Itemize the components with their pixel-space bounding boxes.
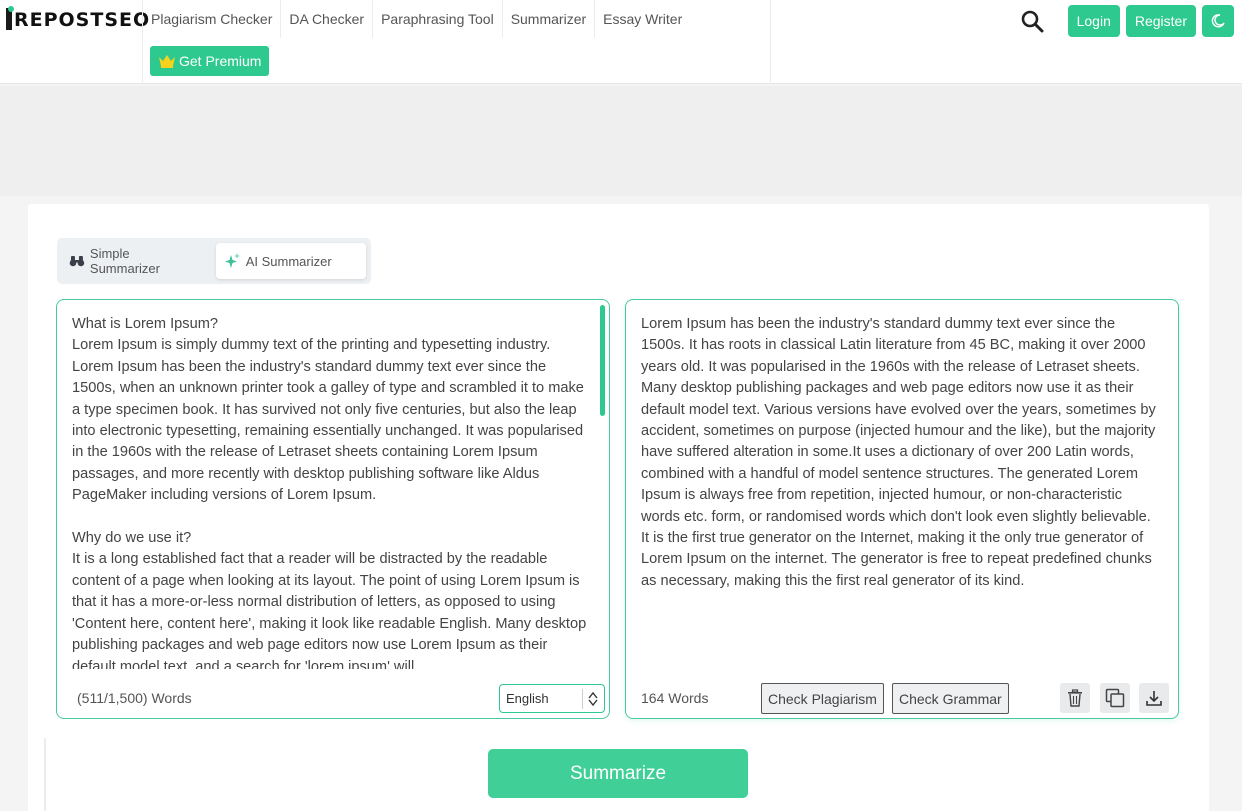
binoculars-icon	[69, 256, 85, 267]
logo[interactable]: REPOSTSEO	[6, 6, 151, 31]
language-select[interactable]: English	[499, 684, 605, 713]
trash-icon	[1068, 689, 1082, 707]
login-button[interactable]: Login	[1067, 5, 1120, 37]
header-actions: Login Register	[1020, 5, 1234, 37]
tab-simple-summarizer-label: Simple Summarizer	[89, 246, 160, 276]
summary-output: Lorem Ipsum has been the industry's stan…	[641, 316, 1156, 589]
summarizer-card: Simple Summarizer AI Summarizer What is …	[28, 204, 1209, 811]
moon-icon	[1211, 14, 1225, 28]
nav-item-plagiarism-checker[interactable]: Plagiarism Checker	[143, 0, 282, 38]
logo-text: REPOSTSEO	[14, 9, 151, 31]
output-panel: Lorem Ipsum has been the industry's stan…	[625, 299, 1179, 719]
site-header: REPOSTSEO Plagiarism Checker DA Checker …	[0, 0, 1242, 84]
get-premium-label: Get Premium	[179, 53, 262, 69]
dark-mode-toggle[interactable]	[1202, 5, 1234, 37]
download-icon	[1146, 691, 1162, 706]
tab-ai-summarizer-label: AI Summarizer	[245, 253, 332, 269]
input-panel: What is Lorem Ipsum? Lorem Ipsum is simp…	[56, 299, 610, 719]
summarizer-mode-tabs: Simple Summarizer AI Summarizer	[57, 238, 371, 284]
logo-mark-icon	[6, 6, 14, 30]
search-icon[interactable]	[1020, 9, 1044, 33]
nav-item-summarizer[interactable]: Summarizer	[503, 0, 596, 38]
copy-icon	[1105, 688, 1125, 708]
register-button[interactable]: Register	[1125, 5, 1196, 37]
tab-ai-summarizer[interactable]: AI Summarizer	[215, 243, 366, 279]
nav-item-da-checker[interactable]: DA Checker	[281, 0, 374, 38]
get-premium-button[interactable]: Get Premium	[150, 46, 270, 76]
crown-icon	[159, 55, 175, 68]
tab-simple-summarizer[interactable]: Simple Summarizer	[62, 243, 210, 279]
check-plagiarism-button[interactable]: Check Plagiarism	[761, 683, 884, 714]
delete-button[interactable]	[1060, 683, 1090, 713]
download-button[interactable]	[1139, 683, 1169, 713]
nav-item-essay-writer[interactable]: Essay Writer	[595, 0, 690, 38]
language-select-value: English	[506, 691, 549, 706]
input-word-count: (511/1,500) Words	[77, 690, 192, 706]
main-nav: Plagiarism Checker DA Checker Paraphrasi…	[142, 0, 771, 84]
check-grammar-button[interactable]: Check Grammar	[892, 683, 1009, 714]
sparkle-icon	[224, 253, 240, 268]
output-word-count: 164 Words	[641, 690, 709, 706]
copy-button[interactable]	[1100, 683, 1130, 713]
nav-item-paraphrasing-tool[interactable]: Paraphrasing Tool	[373, 0, 503, 38]
blurred-banner	[0, 86, 1242, 196]
input-scrollbar[interactable]	[600, 305, 605, 416]
select-arrows-icon	[582, 688, 598, 709]
summarize-button[interactable]: Summarize	[488, 749, 748, 798]
input-textarea[interactable]: What is Lorem Ipsum? Lorem Ipsum is simp…	[72, 314, 587, 669]
